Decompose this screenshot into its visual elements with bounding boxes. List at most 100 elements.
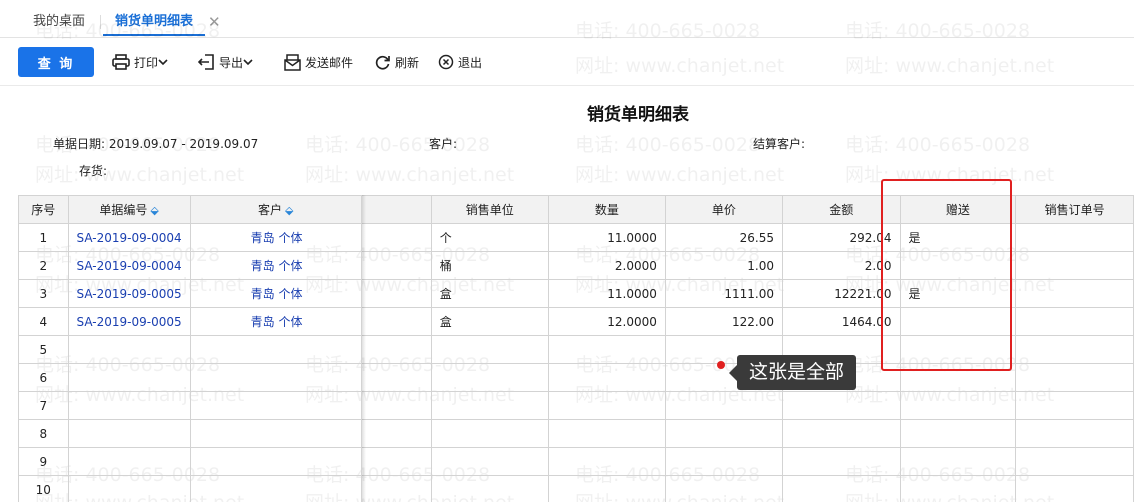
- cell-sales-order-no: [1015, 447, 1134, 476]
- cell-seq: 1: [18, 223, 69, 252]
- exit-label: 退出: [458, 55, 483, 70]
- chevron-down-icon: [243, 59, 253, 66]
- cell-amount: [781, 447, 901, 476]
- gift-column-highlight-box: [881, 179, 1012, 371]
- inventory-filter: 存货:: [79, 164, 108, 178]
- refresh-button[interactable]: 刷新: [374, 51, 419, 73]
- cell-quantity: [547, 447, 666, 476]
- header-hidden[interactable]: [360, 195, 432, 224]
- cell-customer[interactable]: 青岛 个体: [189, 279, 362, 308]
- cell-doc-code[interactable]: SA-2019-09-0005: [67, 307, 191, 336]
- cell-doc-code[interactable]: [67, 391, 191, 420]
- cell-customer[interactable]: [189, 335, 362, 364]
- cell-hidden: [360, 335, 432, 364]
- cell-customer[interactable]: 青岛 个体: [189, 251, 362, 280]
- cell-gift: [899, 475, 1017, 502]
- cell-sales-order-no: [1015, 223, 1134, 252]
- report-title: 销货单明细表: [587, 105, 689, 125]
- cell-seq: 3: [18, 279, 69, 308]
- cell-sales-unit: 个: [430, 223, 549, 252]
- cell-customer[interactable]: 青岛 个体: [189, 307, 362, 336]
- cell-doc-code[interactable]: [67, 475, 191, 502]
- cell-sales-unit: [430, 391, 549, 420]
- cell-doc-code[interactable]: [67, 447, 191, 476]
- cell-customer[interactable]: [189, 391, 362, 420]
- cell-doc-code[interactable]: SA-2019-09-0005: [67, 279, 191, 308]
- cell-sales-order-no: [1015, 391, 1134, 420]
- tab-divider: [100, 15, 101, 29]
- watermark-site: 网址: www.chanjet.net: [305, 164, 515, 186]
- cell-unit-price: 1111.00: [664, 279, 783, 308]
- cell-doc-code[interactable]: [67, 363, 191, 392]
- table-row[interactable]: 10: [18, 475, 1134, 502]
- cell-sales-unit: [430, 335, 549, 364]
- export-label: 导出: [219, 55, 244, 70]
- header-customer[interactable]: 客户 ⬙: [189, 195, 362, 224]
- print-button[interactable]: 打印: [112, 51, 172, 73]
- cell-quantity: 11.0000: [547, 279, 666, 308]
- tab-close-icon[interactable]: ✕: [208, 12, 221, 32]
- cell-seq: 5: [18, 335, 69, 364]
- cell-hidden: [360, 419, 432, 448]
- table-row[interactable]: 9: [18, 447, 1134, 476]
- sort-icon[interactable]: ⬙: [285, 204, 293, 217]
- cell-customer[interactable]: [189, 447, 362, 476]
- watermark-phone: 电话: 400-665-0028: [305, 134, 491, 156]
- cell-customer[interactable]: [189, 419, 362, 448]
- cell-quantity: [547, 475, 666, 502]
- exit-button[interactable]: 退出: [438, 51, 482, 73]
- cell-sales-unit: [430, 363, 549, 392]
- cell-seq: 10: [18, 475, 69, 502]
- tab-sales-detail[interactable]: 销货单明细表: [103, 12, 206, 36]
- toolbar: 查 询 打印 导出 发送邮件 刷新 退出: [0, 38, 1134, 86]
- cell-quantity: [547, 419, 666, 448]
- cell-doc-code[interactable]: [67, 335, 191, 364]
- cell-amount: [781, 391, 901, 420]
- table-row[interactable]: 7: [18, 391, 1134, 420]
- query-button[interactable]: 查 询: [18, 47, 94, 77]
- cell-sales-unit: 桶: [430, 251, 549, 280]
- header-unit-price[interactable]: 单价: [664, 195, 783, 224]
- cell-sales-order-no: [1015, 419, 1134, 448]
- annotation-callout: 这张是全部: [728, 355, 857, 390]
- customer-filter: 客户:: [429, 137, 458, 151]
- cell-unit-price: 1.00: [664, 251, 783, 280]
- table-row[interactable]: 8: [18, 419, 1134, 448]
- header-seq[interactable]: 序号: [18, 195, 69, 224]
- cell-sales-order-no: [1015, 251, 1134, 280]
- header-sales-order-no[interactable]: 销售订单号: [1015, 195, 1134, 224]
- cell-amount: [781, 419, 901, 448]
- cell-doc-code[interactable]: SA-2019-09-0004: [67, 251, 191, 280]
- document-date-filter: 单据日期: 2019.09.07 - 2019.09.07: [53, 137, 259, 151]
- cell-sales-order-no: [1015, 335, 1134, 364]
- header-doc-code[interactable]: 单据编号 ⬙: [67, 195, 191, 224]
- cell-customer[interactable]: [189, 475, 362, 502]
- cell-gift: [899, 391, 1017, 420]
- cell-unit-price: [664, 419, 783, 448]
- cell-customer[interactable]: 青岛 个体: [189, 223, 362, 252]
- sort-icon[interactable]: ⬙: [150, 204, 158, 217]
- cell-doc-code[interactable]: [67, 419, 191, 448]
- cell-unit-price: 122.00: [664, 307, 783, 336]
- header-quantity[interactable]: 数量: [547, 195, 666, 224]
- tab-my-desktop[interactable]: 我的桌面: [33, 12, 85, 36]
- cell-customer[interactable]: [189, 363, 362, 392]
- cell-sales-unit: [430, 447, 549, 476]
- watermark-phone: 电话: 400-665-0028: [845, 134, 1031, 156]
- cell-sales-order-no: [1015, 279, 1134, 308]
- send-mail-button[interactable]: 发送邮件: [284, 51, 353, 73]
- cell-seq: 8: [18, 419, 69, 448]
- export-button[interactable]: 导出: [198, 51, 257, 73]
- cell-sales-unit: 盒: [430, 307, 549, 336]
- cell-doc-code[interactable]: SA-2019-09-0004: [67, 223, 191, 252]
- cell-hidden: [360, 363, 432, 392]
- cell-quantity: [547, 335, 666, 364]
- cell-hidden: [360, 307, 432, 336]
- printer-icon: [112, 54, 130, 70]
- cell-unit-price: 26.55: [664, 223, 783, 252]
- close-circle-icon: [438, 54, 454, 70]
- cell-quantity: 2.0000: [547, 251, 666, 280]
- cell-quantity: [547, 363, 666, 392]
- cell-seq: 7: [18, 391, 69, 420]
- header-sales-unit[interactable]: 销售单位: [430, 195, 549, 224]
